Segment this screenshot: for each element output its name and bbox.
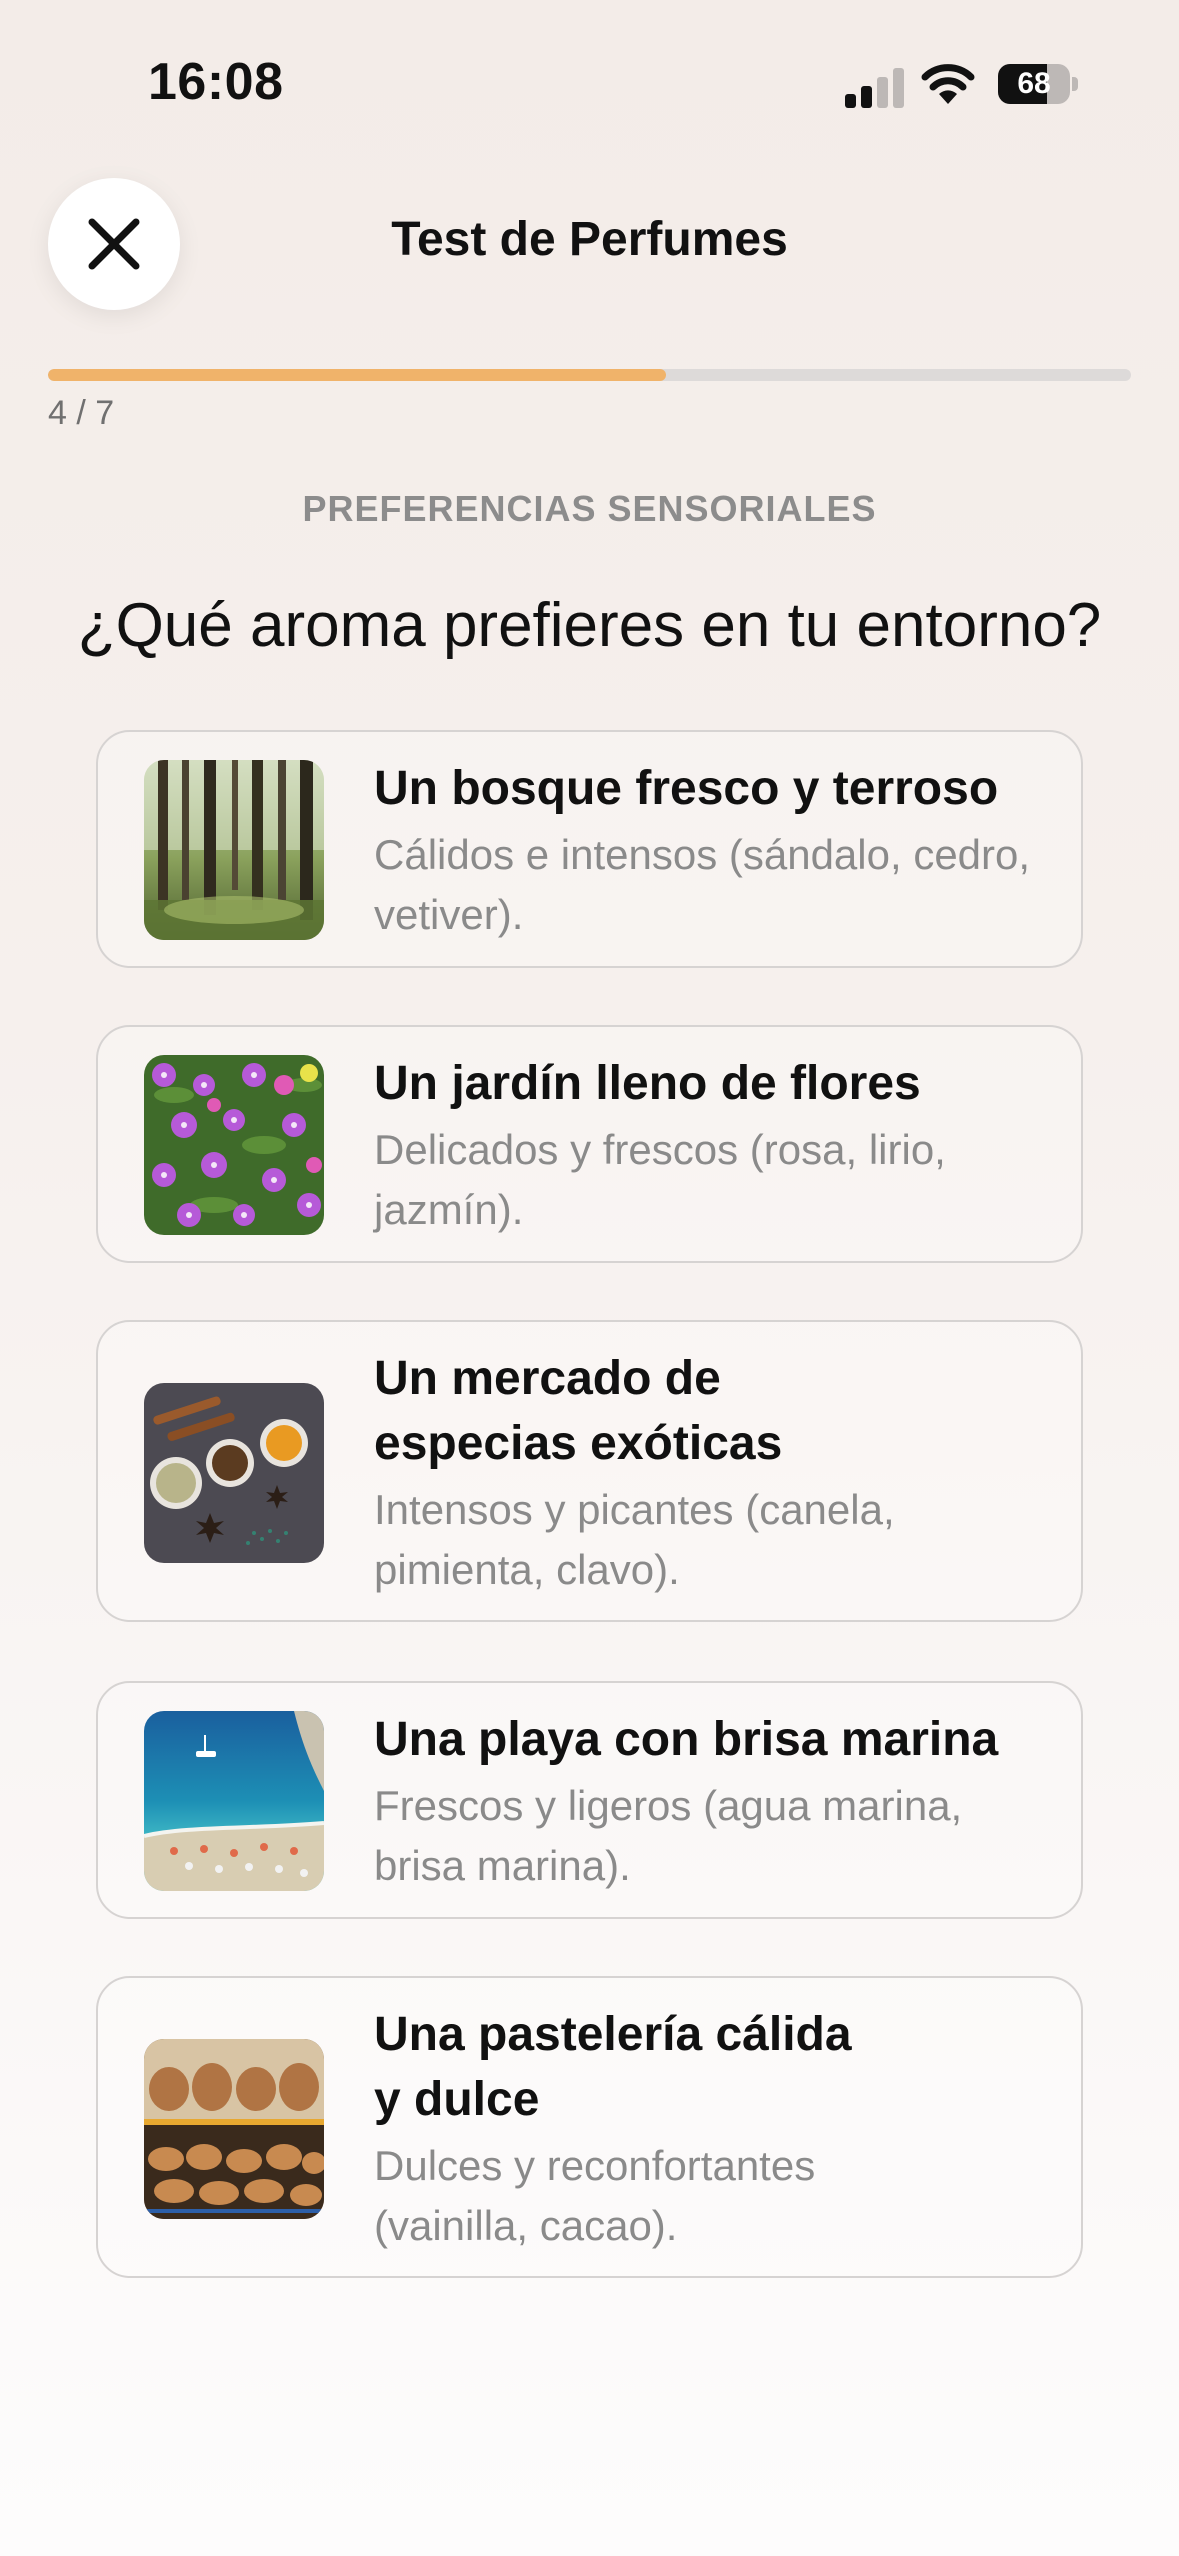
forest-image xyxy=(144,760,324,940)
battery-icon: 68 xyxy=(998,64,1078,104)
option-title: Una pastelería cálida y dulce xyxy=(374,2008,852,2126)
option-description: Intensos y picantes (canela, pimienta, c… xyxy=(374,1486,895,1593)
option-description: Delicados y frescos (rosa, lirio, jazmín… xyxy=(374,1126,946,1233)
section-label: PREFERENCIAS SENSORIALES xyxy=(302,488,877,529)
battery-percent: 68 xyxy=(1017,67,1051,100)
option-forest[interactable]: Un bosque fresco y terroso Cálidos e int… xyxy=(96,730,1083,968)
option-description: Frescos y ligeros (agua marina, brisa ma… xyxy=(374,1782,963,1889)
wifi-icon xyxy=(920,62,976,106)
option-title: Un mercado de especias exóticas xyxy=(374,1352,783,1470)
option-description: Cálidos e intensos (sándalo, cedro, veti… xyxy=(374,831,1031,938)
question-title: ¿Qué aroma prefieres en tu entorno? xyxy=(77,591,1102,660)
option-spices[interactable]: Un mercado de especias exóticas Intensos… xyxy=(96,1320,1083,1622)
page-title: Test de Perfumes xyxy=(391,213,788,266)
status-bar: 16:08 68 xyxy=(0,0,1179,160)
option-description: Dulces y reconfortantes (vainilla, cacao… xyxy=(374,2142,816,2249)
option-bakery[interactable]: Una pastelería cálida y dulce Dulces y r… xyxy=(96,1976,1083,2278)
bakery-image xyxy=(144,2039,324,2219)
progress-label: 4 / 7 xyxy=(48,394,115,432)
option-title: Un jardín lleno de flores xyxy=(374,1057,921,1110)
spices-image xyxy=(144,1383,324,1563)
option-beach[interactable]: Una playa con brisa marina Frescos y lig… xyxy=(96,1681,1083,1919)
status-time: 16:08 xyxy=(148,53,284,111)
progress-fill xyxy=(48,369,667,381)
cellular-signal-icon xyxy=(845,66,905,108)
option-flowers[interactable]: Un jardín lleno de flores Delicados y fr… xyxy=(96,1025,1083,1263)
progress-bar xyxy=(48,369,1131,381)
option-title: Una playa con brisa marina xyxy=(374,1713,999,1766)
beach-image xyxy=(144,1711,324,1891)
flowers-image xyxy=(144,1055,324,1235)
option-title: Un bosque fresco y terroso xyxy=(374,762,999,815)
